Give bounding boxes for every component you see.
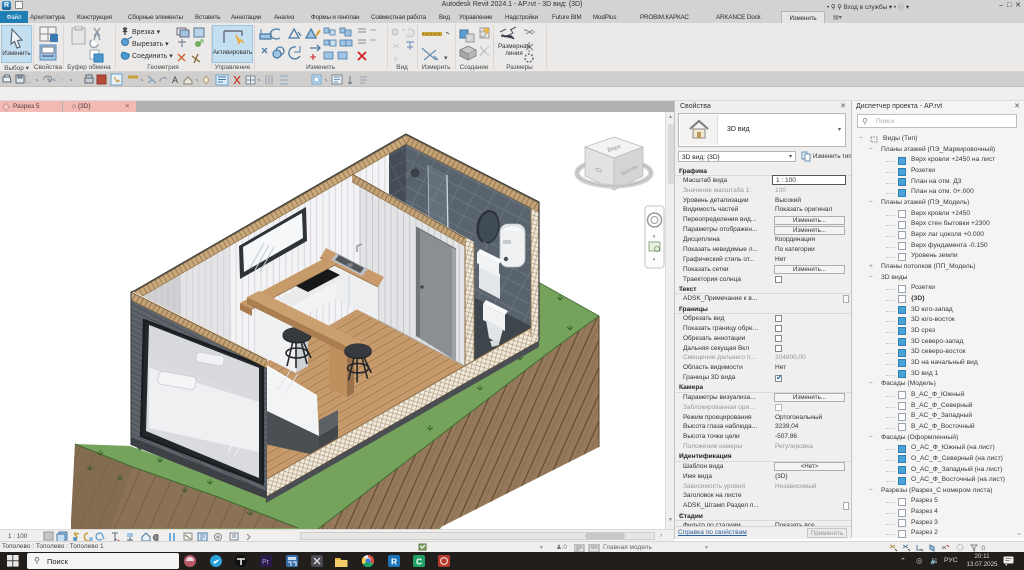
svg-text:A: A [172,75,178,85]
svg-text:Pr: Pr [262,559,270,566]
svg-text:▾: ▾ [444,55,448,62]
svg-text:C: C [416,557,422,567]
svg-text::0: :0 [980,546,986,552]
svg-text:Соединить ▾: Соединить ▾ [132,53,173,60]
svg-text:Вырезать ▾: Вырезать ▾ [132,41,169,48]
svg-text:Врезка ▾: Врезка ▾ [132,29,161,36]
svg-text:R: R [391,557,397,567]
